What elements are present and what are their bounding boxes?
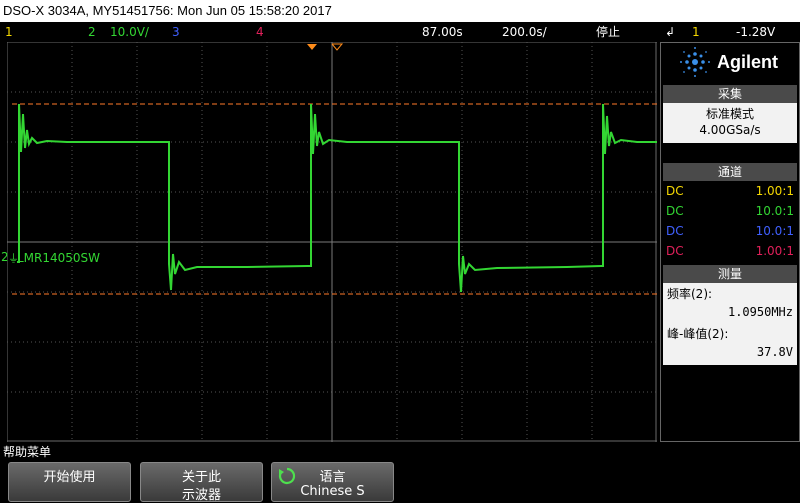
- ch2-indicator[interactable]: 2: [88, 22, 96, 42]
- measurements-header[interactable]: 测量: [663, 265, 797, 283]
- waveform-display[interactable]: 2 ⏚ LMR14050SW: [1, 42, 657, 442]
- trace-label: LMR14050SW: [17, 251, 101, 265]
- channel-row-3[interactable]: DC 10.0:1: [663, 221, 797, 241]
- graticule-center-axes: [7, 42, 657, 442]
- measurement-1-label: 频率(2):: [667, 287, 713, 301]
- acquisition-header[interactable]: 采集: [663, 85, 797, 103]
- trigger-position-marker[interactable]: [307, 44, 317, 50]
- about-scope-line1: 关于此: [181, 470, 221, 485]
- measurement-2-label: 峰-峰值(2):: [667, 327, 729, 341]
- channel-row-2[interactable]: DC 10.0:1: [663, 201, 797, 221]
- acquisition-section: 标准模式 4.00GSa/s: [663, 103, 797, 143]
- about-scope-softkey[interactable]: 关于此 示波器: [140, 462, 263, 503]
- ch1-indicator[interactable]: 1: [5, 22, 13, 42]
- channel-1-coupling: DC: [666, 184, 684, 198]
- ch2-scale[interactable]: 10.0V/: [110, 22, 149, 42]
- trigger-source[interactable]: 1: [692, 22, 700, 42]
- measurement-1-value: 1.0950MHz: [727, 305, 793, 319]
- acquisition-mode: 标准模式: [705, 107, 754, 121]
- channel-4-probe: 1.00:1: [755, 244, 794, 258]
- getting-started-softkey[interactable]: 开始使用: [8, 462, 131, 502]
- brand-logo: Agilent: [661, 43, 799, 81]
- agilent-spark-icon: [680, 47, 710, 77]
- channel-row-4[interactable]: DC 1.00:1: [663, 241, 797, 261]
- channel-2-coupling: DC: [666, 204, 684, 218]
- language-softkey[interactable]: 语言 Chinese S: [271, 462, 394, 502]
- channel-4-coupling: DC: [666, 244, 684, 258]
- language-label: 语言: [319, 470, 346, 485]
- ch3-indicator[interactable]: 3: [172, 22, 180, 42]
- language-value: Chinese S: [300, 484, 365, 499]
- brand-name: Agilent: [717, 52, 778, 72]
- channels-section: DC 1.00:1 DC 10.0:1 DC 10.0:1 DC 1.00:1: [663, 181, 797, 261]
- window-title: DSO-X 3034A, MY51451756: Mon Jun 05 15:5…: [0, 0, 800, 22]
- right-info-panel: Agilent 采集 标准模式 4.00GSa/s 通道 DC 1.00:1 D…: [660, 42, 800, 442]
- about-scope-line2: 示波器: [181, 488, 221, 503]
- channel-2-probe: 10.0:1: [755, 204, 794, 218]
- trigger-icon: ↲: [665, 25, 676, 39]
- channel-1-probe: 1.00:1: [755, 184, 794, 198]
- ch2-waveform: [17, 103, 657, 293]
- channels-header[interactable]: 通道: [663, 163, 797, 181]
- horizontal-delay[interactable]: 87.00s: [422, 22, 463, 42]
- trigger-position-outline: [331, 43, 344, 51]
- status-bar: 1 2 10.0V/ 3 4 87.00s 200.0s/ 停止 ↲ 1 -1.…: [0, 22, 800, 42]
- softkey-menu-title: 帮助菜单: [0, 442, 800, 462]
- channel-row-1[interactable]: DC 1.00:1: [663, 181, 797, 201]
- measurements-section: 频率(2): 1.0950MHz 峰-峰值(2): 37.8V: [663, 283, 797, 365]
- measurement-2-value: 37.8V: [756, 345, 793, 359]
- channel-3-coupling: DC: [666, 224, 684, 238]
- sample-rate: 4.00GSa/s: [699, 123, 761, 137]
- trigger-level[interactable]: -1.28V: [736, 22, 775, 42]
- graticule-svg: [7, 42, 657, 442]
- channel-3-probe: 10.0:1: [755, 224, 794, 238]
- ch4-indicator[interactable]: 4: [256, 22, 264, 42]
- getting-started-label: 开始使用: [43, 470, 96, 485]
- run-stop-status[interactable]: 停止: [596, 22, 620, 42]
- timebase-scale[interactable]: 200.0s/: [502, 22, 547, 42]
